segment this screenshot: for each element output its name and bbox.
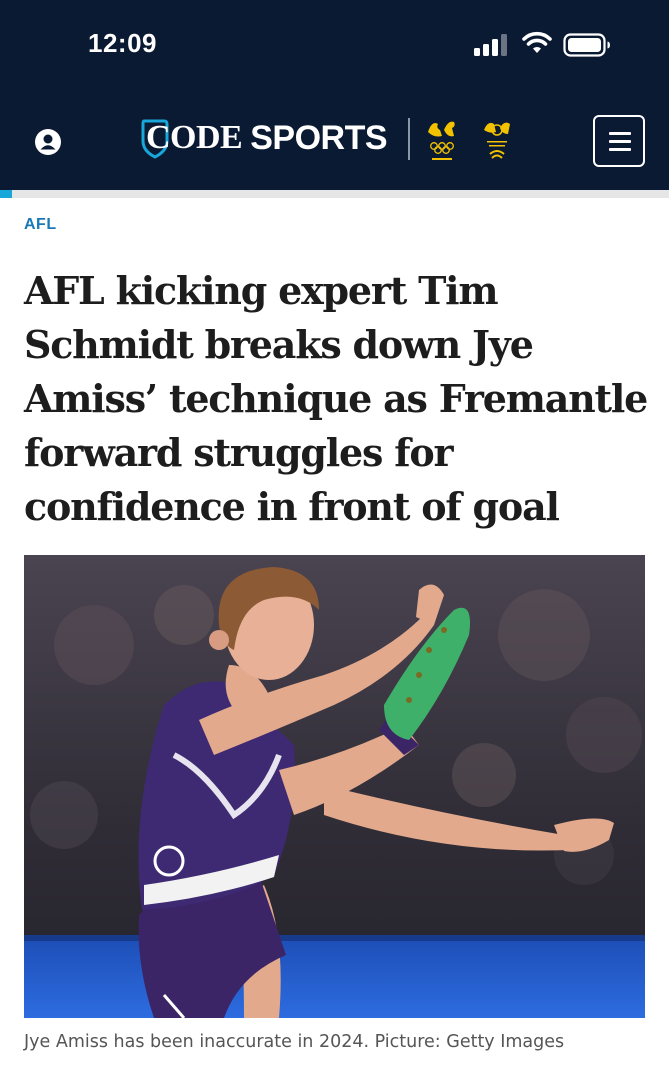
article-headline: AFL kicking expert Tim Schmidt breaks do… bbox=[24, 268, 648, 529]
article-category-link[interactable]: AFL bbox=[24, 216, 57, 234]
logo-sports-text: SPORTS bbox=[250, 118, 388, 157]
status-time: 12:09 bbox=[88, 28, 157, 58]
australian-olympic-team-logo bbox=[428, 121, 455, 160]
cellular-signal-icon bbox=[474, 34, 507, 56]
battery-icon bbox=[563, 33, 610, 57]
accent-bar bbox=[0, 190, 669, 198]
menu-icon bbox=[609, 132, 631, 135]
top-header-band: 12:09 CODE SPORTS bbox=[0, 0, 669, 190]
menu-button[interactable] bbox=[593, 115, 645, 167]
paralympics-australia-logo bbox=[484, 122, 510, 159]
logo-code-text: CODE bbox=[146, 119, 243, 156]
account-icon[interactable] bbox=[34, 128, 62, 156]
logo-divider bbox=[408, 118, 410, 160]
article-hero-image[interactable] bbox=[24, 555, 645, 1018]
code-sports-logo[interactable]: CODE SPORTS bbox=[140, 113, 388, 163]
wifi-icon bbox=[522, 31, 552, 53]
image-caption: Jye Amiss has been inaccurate in 2024. P… bbox=[24, 1032, 565, 1052]
